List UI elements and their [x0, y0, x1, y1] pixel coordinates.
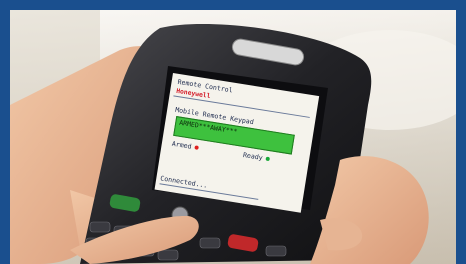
- ready-label: Ready: [242, 151, 264, 163]
- ready-status: Ready: [242, 151, 270, 163]
- phone-screen: Remote Control Honeywell Mobile Remote K…: [154, 73, 320, 213]
- ready-indicator-icon: [265, 156, 270, 162]
- armed-indicator-icon: [194, 145, 199, 150]
- photo-frame: Remote Control Honeywell Mobile Remote K…: [0, 0, 466, 264]
- armed-status: Armed: [171, 140, 199, 152]
- armed-label: Armed: [171, 139, 193, 151]
- phone-photo: Remote Control Honeywell Mobile Remote K…: [10, 10, 456, 264]
